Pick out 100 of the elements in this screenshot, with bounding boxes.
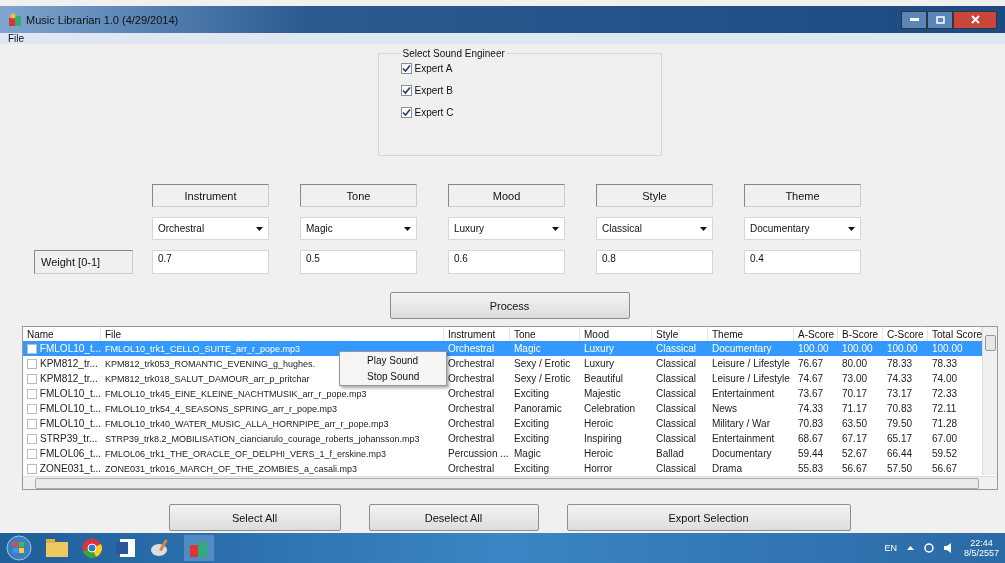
document-icon[interactable]	[116, 538, 136, 558]
caret-icon	[404, 226, 411, 231]
table-cell: FMLOL06_trk1_THE_ORACLE_OF_DELPHI_VERS_1_f_erskine.mp3	[105, 448, 387, 459]
table-cell: 74.67	[798, 373, 824, 385]
table-cell: 65.17	[887, 433, 913, 445]
table-cell: Magic	[514, 448, 541, 460]
table-cell: Orchestral	[448, 358, 495, 370]
speaker-icon[interactable]	[943, 543, 954, 553]
browser-icon[interactable]	[82, 538, 102, 558]
weight-label: Weight [0-1]	[34, 250, 133, 274]
caret-icon	[256, 226, 263, 231]
table-cell: 67.17	[842, 433, 868, 445]
dropdown[interactable]: Documentary	[744, 217, 861, 240]
criterion-heading: Theme	[744, 184, 861, 207]
horizontal-scrollbar[interactable]	[23, 476, 997, 489]
table-cell: 57.50	[887, 463, 913, 475]
table-cell: Beautiful	[584, 373, 623, 385]
language-indicator[interactable]: EN	[884, 543, 897, 553]
caret-icon[interactable]	[906, 546, 914, 550]
table-cell: 67.00	[932, 433, 958, 445]
weight-field[interactable]: 0.5	[300, 250, 417, 274]
row-checkbox[interactable]	[27, 373, 37, 384]
table-cell: Classical	[656, 403, 696, 415]
row-checkbox[interactable]	[27, 463, 37, 474]
table-cell: Luxury	[584, 343, 614, 355]
table-cell: FMLOL10_t...	[39, 403, 101, 415]
maximize-button[interactable]	[927, 10, 953, 29]
checkmark-icon	[401, 86, 411, 95]
table-cell: FMLOL10_t...	[39, 418, 101, 430]
table-cell: Orchestral	[448, 388, 495, 400]
table-cell: 72.33	[932, 388, 958, 400]
row-checkbox[interactable]	[27, 418, 37, 429]
table-cell: FMLOL10_t...	[39, 388, 101, 400]
process-button[interactable]: Process	[389, 292, 630, 319]
table-cell: Documentary	[712, 343, 772, 355]
table-cell: 56.67	[932, 463, 958, 475]
checkbox-label: Expert C	[414, 107, 454, 118]
weight-field[interactable]: 0.8	[596, 250, 713, 274]
dropdown[interactable]: Orchestral	[152, 217, 269, 240]
checkbox[interactable]	[400, 85, 412, 96]
table-cell: Drama	[712, 463, 742, 475]
table-cell: 74.00	[932, 373, 958, 385]
table-cell: Horror	[584, 463, 613, 475]
table-cell: Exciting	[514, 418, 549, 430]
checkbox[interactable]	[400, 107, 412, 118]
context-menu-item[interactable]: Stop Sound	[367, 371, 446, 382]
table-cell: Orchestral	[448, 463, 495, 475]
table-cell: 63.50	[842, 418, 868, 430]
menu-item[interactable]: File	[8, 33, 25, 44]
row-checkbox[interactable]	[27, 358, 37, 369]
table-cell: 66.44	[887, 448, 913, 460]
folder-icon[interactable]	[46, 539, 68, 557]
table-cell: KPM812_trk053_ROMANTIC_EVENING_g_hughes.	[105, 358, 316, 369]
close-button[interactable]	[953, 10, 997, 29]
checkbox-label: Expert A	[414, 63, 453, 74]
dropdown[interactable]: Classical	[596, 217, 713, 240]
table-cell: Ballad	[656, 448, 684, 460]
table-cell: Sexy / Erotic	[514, 373, 571, 385]
criterion-heading: Mood	[448, 184, 565, 207]
row-checkbox[interactable]	[27, 388, 37, 399]
vertical-scrollbar[interactable]	[982, 327, 997, 475]
row-checkbox[interactable]	[27, 433, 37, 444]
table-cell: 59.44	[798, 448, 824, 460]
minimize-button[interactable]	[901, 10, 927, 29]
weight-field[interactable]: 0.7	[152, 250, 269, 274]
table-cell: 78.33	[887, 358, 913, 370]
row-checkbox[interactable]	[27, 403, 37, 414]
action-button[interactable]: Select All	[168, 504, 341, 531]
context-menu-item[interactable]: Play Sound	[367, 355, 446, 366]
dropdown[interactable]: Magic	[300, 217, 417, 240]
criterion-heading: Style	[596, 184, 713, 207]
action-button[interactable]: Deselect All	[368, 504, 539, 531]
table-cell: 73.67	[798, 388, 824, 400]
row-checkbox[interactable]	[27, 448, 37, 459]
table-cell: Percussion ...	[448, 448, 509, 460]
table-cell: FMLOL10_t...	[39, 343, 101, 355]
row-checkbox[interactable]	[27, 343, 37, 354]
table-cell: Heroic	[584, 418, 613, 430]
group-title: Select Sound Engineer	[401, 48, 506, 59]
table-cell: 73.17	[887, 388, 913, 400]
close-icon	[970, 15, 980, 24]
table-cell: Orchestral	[448, 373, 495, 385]
weight-field[interactable]: 0.6	[448, 250, 565, 274]
table-cell: Classical	[656, 433, 696, 445]
network-icon[interactable]	[923, 543, 934, 553]
table-cell: Classical	[656, 418, 696, 430]
table-cell: 70.83	[798, 418, 824, 430]
dropdown[interactable]: Luxury	[448, 217, 565, 240]
table-cell: 70.17	[842, 388, 868, 400]
action-button[interactable]: Export Selection	[566, 504, 851, 531]
table-cell: ZONE031_t...	[39, 463, 101, 475]
table-cell: Entertainment	[712, 433, 775, 445]
table-cell: Classical	[656, 343, 696, 355]
start-icon[interactable]	[6, 535, 32, 561]
table-cell: 55.83	[798, 463, 824, 475]
table-cell: FMLOL10_trk45_EINE_KLEINE_NACHTMUSIK_arr_r_pope.mp3	[105, 388, 367, 399]
checkbox[interactable]	[400, 63, 412, 74]
clock[interactable]: 22:44 8/5/2557	[963, 538, 999, 558]
weight-field[interactable]: 0.4	[744, 250, 861, 274]
paint-icon[interactable]	[150, 538, 170, 558]
